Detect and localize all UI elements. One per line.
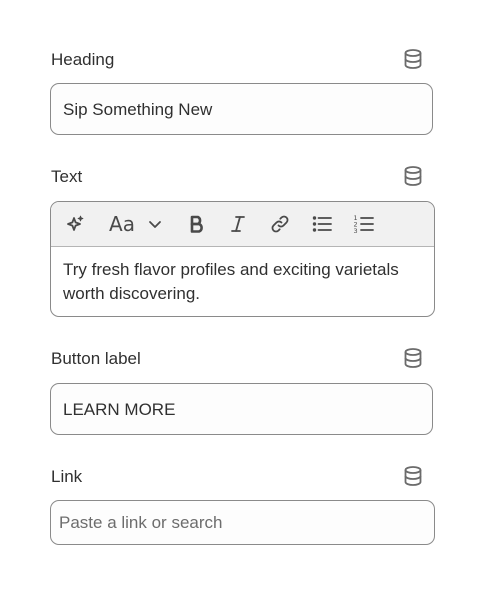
heading-value: Sip Something New: [63, 100, 213, 119]
database-icon[interactable]: [402, 165, 424, 187]
button-label-value: LEARN MORE: [63, 400, 176, 419]
heading-label: Heading: [51, 50, 115, 69]
rich-text-editor[interactable]: Aa 1 2 3 Try fresh flavor profiles and e…: [50, 201, 435, 317]
text-label: Text: [51, 167, 83, 186]
italic-icon[interactable]: [226, 212, 250, 236]
database-icon[interactable]: [402, 347, 424, 369]
bold-icon[interactable]: [185, 212, 209, 236]
button-label-input[interactable]: LEARN MORE: [50, 383, 433, 435]
numbered-list-icon[interactable]: 1 2 3: [352, 212, 376, 236]
rich-text-content[interactable]: Try fresh flavor profiles and exciting v…: [63, 258, 424, 306]
svg-text:3: 3: [354, 227, 358, 235]
link-icon[interactable]: [268, 212, 292, 236]
link-label: Link: [51, 467, 83, 486]
sparkle-icon[interactable]: [63, 212, 87, 236]
heading-input[interactable]: Sip Something New: [50, 83, 433, 135]
database-icon[interactable]: [402, 465, 424, 487]
database-icon[interactable]: [402, 48, 424, 70]
chevron-down-icon[interactable]: [145, 212, 165, 236]
rich-text-toolbar: Aa 1 2 3: [51, 202, 434, 247]
link-input[interactable]: [50, 500, 435, 545]
text-style-icon[interactable]: Aa: [107, 212, 137, 236]
button-label-label: Button label: [51, 349, 141, 368]
bulleted-list-icon[interactable]: [310, 212, 334, 236]
